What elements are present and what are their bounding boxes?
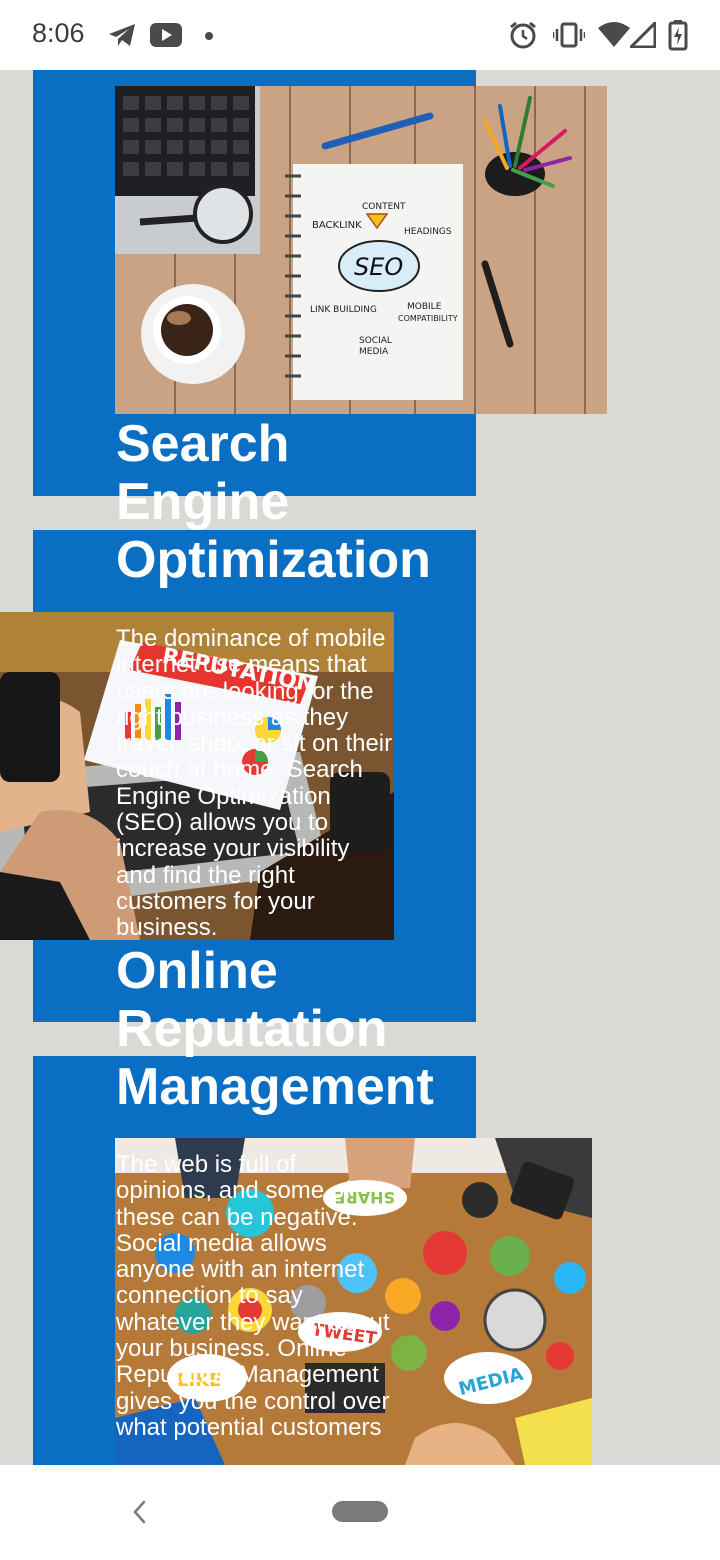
battery-icon bbox=[668, 20, 688, 51]
back-icon[interactable] bbox=[126, 1496, 154, 1528]
status-time: 8:06 bbox=[32, 18, 85, 48]
seo-body: The dominance of mobile internet use mea… bbox=[116, 625, 393, 942]
seo-text-mobile: MOBILE bbox=[407, 302, 442, 312]
seo-text-headings: HEADINGS bbox=[404, 227, 452, 237]
seo-title: Search Engine Optimization bbox=[116, 415, 431, 589]
seo-text-media: MEDIA bbox=[359, 347, 389, 357]
wifi-icon bbox=[598, 22, 630, 47]
home-button[interactable] bbox=[332, 1501, 388, 1522]
seo-text-backlink: BACKLINK bbox=[312, 220, 362, 231]
status-bar: 8:06 bbox=[0, 0, 720, 70]
seo-text-seo: SEO bbox=[354, 253, 403, 281]
vibrate-icon bbox=[553, 22, 585, 48]
youtube-icon bbox=[150, 23, 182, 47]
seo-notebook-photo: CONTENT BACKLINK HEADINGS SEO LINK BUILD… bbox=[115, 86, 607, 414]
seo-text-link-building: LINK BUILDING bbox=[310, 305, 377, 315]
dot-icon bbox=[205, 32, 213, 40]
signal-icon bbox=[630, 22, 656, 48]
seo-text-social: SOCIAL bbox=[359, 336, 392, 346]
seo-text-content: CONTENT bbox=[362, 202, 406, 212]
reputation-title: Online Reputation Management bbox=[116, 942, 434, 1116]
seo-text-compatibility: COMPATIBILITY bbox=[398, 314, 458, 323]
reputation-body: The web is full of opinions, and some of… bbox=[116, 1151, 390, 1441]
telegram-icon bbox=[109, 24, 135, 46]
alarm-icon bbox=[510, 21, 536, 49]
